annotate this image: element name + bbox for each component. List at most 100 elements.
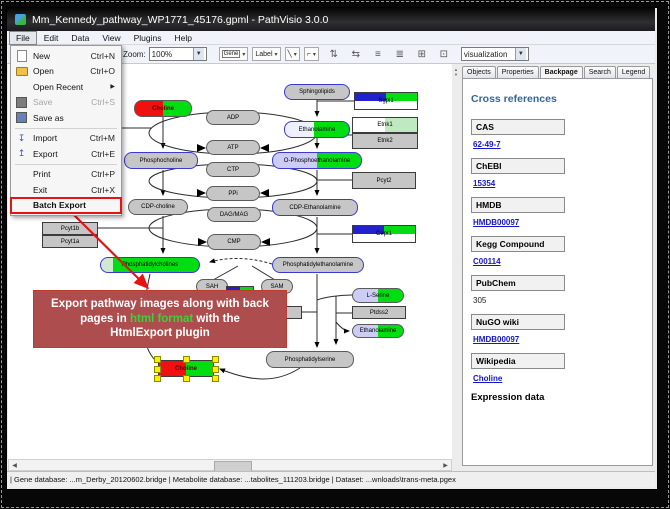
selection-handle[interactable] — [154, 366, 161, 373]
node-ctp[interactable]: CTP — [206, 162, 260, 177]
line-icon: ╲ — [288, 50, 292, 58]
label-tool-button[interactable]: Label ▾ — [252, 47, 280, 61]
file-menu-save[interactable]: Save Ctrl+S — [11, 95, 121, 111]
node-ethanolamine-bottom[interactable]: Ethanolamine — [352, 324, 404, 338]
node-choline[interactable]: Choline — [134, 100, 192, 117]
xref-link[interactable]: HMDB00097 — [473, 335, 652, 344]
status-bar: | Gene database: ...m_Derby_20120602.bri… — [7, 471, 655, 487]
xref-section-pubchem: PubChem 305 — [471, 275, 652, 305]
annotation-callout: Export pathway images along with back pa… — [33, 290, 287, 348]
tab-objects[interactable]: Objects — [462, 66, 496, 78]
node-o-phosphoethanolamine[interactable]: O-Phosphoethanolamine — [272, 152, 362, 169]
splitter-expand-icon[interactable]: ▼ — [454, 72, 458, 77]
file-menu-batch-export[interactable]: Batch Export — [11, 198, 121, 214]
panel-splitter[interactable]: ▲ ▼ — [452, 64, 460, 471]
app-icon — [15, 14, 26, 25]
file-menu-open-recent[interactable]: Open Recent ▶ — [11, 79, 121, 95]
side-panel-tabs: Objects Properties Backpage Search Legen… — [460, 64, 655, 78]
node-phosphatidylserine[interactable]: Phosphatidylserine — [266, 351, 354, 368]
tab-legend[interactable]: Legend — [617, 66, 650, 78]
zoom-label: Zoom: — [123, 50, 146, 59]
node-cmp[interactable]: CMP — [207, 234, 261, 250]
file-menu-export[interactable]: ↥ Export Ctrl+E — [11, 146, 121, 162]
gene-cept1[interactable]: Cept1 — [352, 225, 416, 243]
xref-section-kegg: Kegg Compound C00114 — [471, 236, 652, 266]
node-sphingolipids[interactable]: Sphingolipids — [284, 84, 350, 100]
selection-handle[interactable] — [183, 356, 190, 363]
tab-backpage[interactable]: Backpage — [540, 66, 583, 78]
node-phosphatidylethanolamine[interactable]: Phosphatidylethanolamine — [272, 257, 364, 273]
highlighted-text: html format — [130, 313, 193, 325]
menu-file[interactable]: File — [9, 31, 37, 45]
chevron-down-icon: ▾ — [242, 51, 245, 58]
selection-handle[interactable] — [212, 356, 219, 363]
file-menu-import[interactable]: ↧ Import Ctrl+M — [11, 131, 121, 147]
chevron-down-icon[interactable]: ▼ — [193, 48, 204, 60]
export-icon: ↥ — [15, 149, 28, 159]
zoom-combobox[interactable]: 100% ▼ — [149, 47, 207, 61]
menu-view[interactable]: View — [96, 32, 126, 44]
file-menu-print[interactable]: Print Ctrl+P — [11, 167, 121, 183]
distribute-horizontal-icon[interactable]: ⇆ — [349, 48, 363, 61]
gene-sgpl1[interactable]: Sgpl1 — [354, 92, 418, 110]
menu-data[interactable]: Data — [65, 32, 95, 44]
gene-pcyt1a[interactable]: Pcyt1a — [42, 235, 98, 248]
selection-handle[interactable] — [183, 375, 190, 382]
connector-tool-button[interactable]: ⌐ ▾ — [304, 47, 319, 61]
horizontal-scrollbar[interactable]: ◀ ▶ — [8, 459, 452, 471]
xref-link[interactable]: 62-49-7 — [473, 140, 652, 149]
node-phosphocholine[interactable]: Phosphocholine — [124, 152, 198, 169]
menu-plugins[interactable]: Plugins — [128, 32, 168, 44]
menu-edit[interactable]: Edit — [38, 32, 65, 44]
gene-pcyt2[interactable]: Pcyt2 — [352, 172, 416, 189]
tab-search[interactable]: Search — [584, 66, 616, 78]
xref-section-chebi: ChEBI 15354 — [471, 158, 652, 188]
file-menu-save-as[interactable]: Save as — [11, 110, 121, 126]
selection-handle[interactable] — [212, 375, 219, 382]
xref-link[interactable]: 15354 — [473, 179, 652, 188]
node-l-serine[interactable]: L-Serine — [352, 288, 404, 303]
file-menu-exit[interactable]: Exit Ctrl+X — [11, 182, 121, 198]
visualization-combobox[interactable]: visualization ▼ — [461, 47, 529, 61]
node-cdp-ethanolamine[interactable]: CDP-Ethanolamine — [272, 199, 358, 216]
selection-handle[interactable] — [154, 375, 161, 382]
node-dag-mag[interactable]: DAG/MAG — [207, 207, 261, 222]
node-cdp-choline[interactable]: CDP-choline — [128, 199, 188, 215]
xref-section-nugo: NuGO wiki HMDB00097 — [471, 314, 652, 344]
node-ppi[interactable]: PPi — [206, 186, 260, 201]
menu-separator — [15, 128, 117, 129]
chevron-down-icon: ▾ — [313, 51, 316, 58]
xref-link[interactable]: Choline — [473, 374, 652, 383]
stack-horizontal-icon[interactable]: ≣ — [393, 48, 407, 61]
line-tool-button[interactable]: ╲ ▾ — [285, 47, 300, 61]
gene-etnk1[interactable]: Etnk1 — [352, 117, 418, 133]
align-center-icon[interactable]: ⇅ — [327, 48, 341, 61]
new-file-icon — [15, 51, 28, 61]
gene-tool-button[interactable]: Gene ▾ — [219, 47, 249, 61]
common-width-icon[interactable]: ⊞ — [415, 48, 429, 61]
file-menu-open[interactable]: Open Ctrl+O — [11, 64, 121, 80]
gene-pcyt1b[interactable]: Pcyt1b — [42, 222, 98, 235]
tab-properties[interactable]: Properties — [497, 66, 539, 78]
gene-ptdss2[interactable]: Ptdss2 — [352, 306, 406, 319]
xref-link[interactable]: HMDB00097 — [473, 218, 652, 227]
gene-etnk2[interactable]: Etnk2 — [352, 133, 418, 149]
selection-handle[interactable] — [212, 366, 219, 373]
common-height-icon[interactable]: ⊡ — [437, 48, 451, 61]
xref-section-wikipedia: Wikipedia Choline — [471, 353, 652, 383]
xref-value: 305 — [473, 296, 652, 305]
node-atp[interactable]: ATP — [206, 140, 260, 155]
menu-bar: File Edit Data View Plugins Help — [7, 31, 655, 45]
selection-handle[interactable] — [154, 356, 161, 363]
file-menu-new[interactable]: New Ctrl+N — [11, 48, 121, 64]
node-phosphatidylcholines[interactable]: Phosphatidylcholines — [100, 257, 200, 273]
menu-help[interactable]: Help — [169, 32, 198, 44]
stack-vertical-icon[interactable]: ≡ — [371, 48, 385, 61]
scroll-left-icon[interactable]: ◀ — [9, 460, 20, 470]
screenshot-root: { "window": { "title": "Mm_Kennedy_pathw… — [0, 0, 670, 509]
node-adp[interactable]: ADP — [206, 110, 260, 125]
scroll-right-icon[interactable]: ▶ — [440, 460, 451, 470]
node-ethanolamine[interactable]: Ethanolamine — [284, 121, 350, 138]
chevron-down-icon[interactable]: ▼ — [515, 48, 526, 60]
xref-link[interactable]: C00114 — [473, 257, 652, 266]
